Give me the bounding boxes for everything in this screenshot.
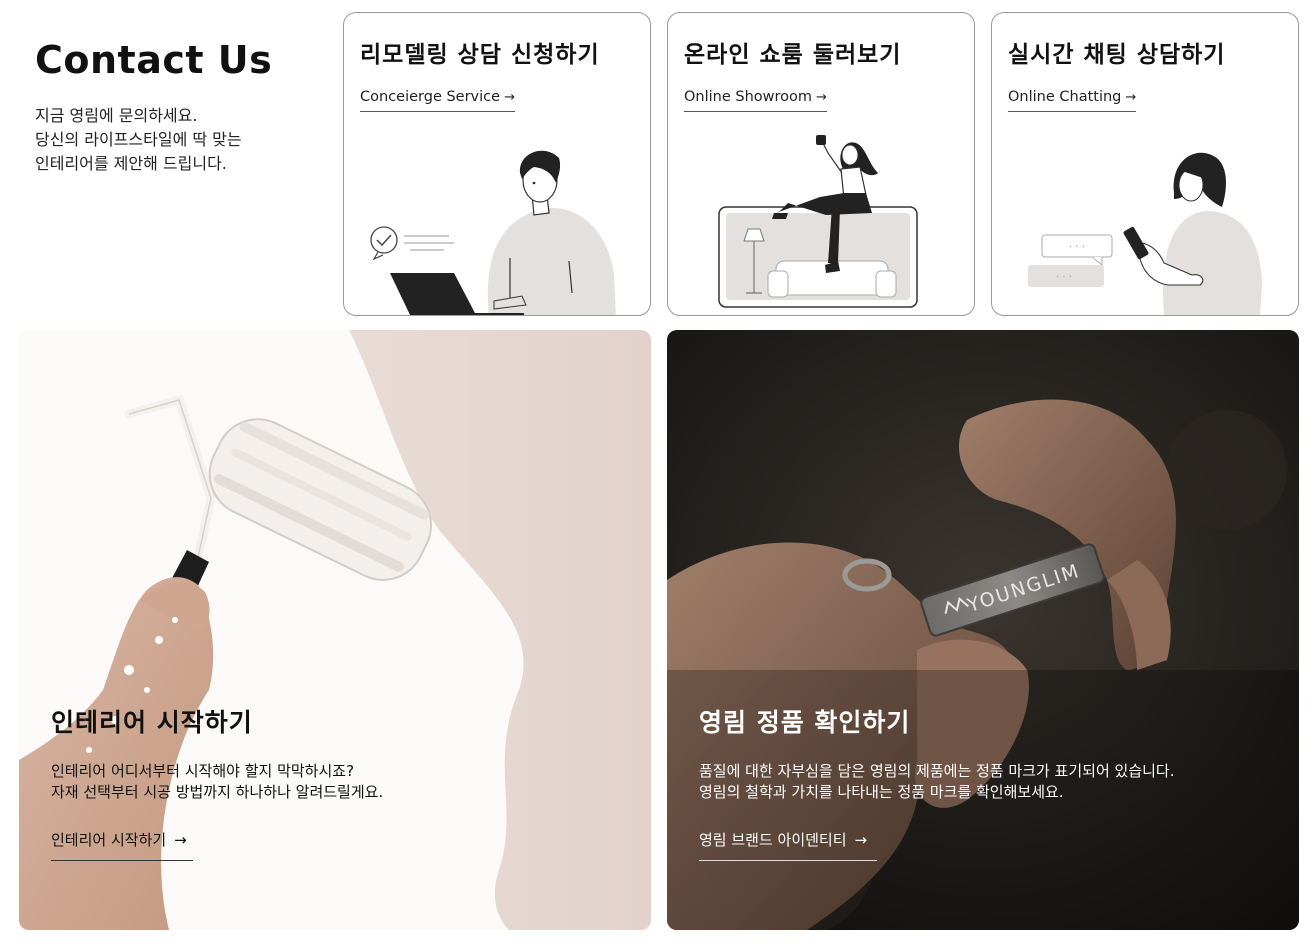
man-with-laptop-illustration xyxy=(370,150,616,315)
banner-desc-line: 영림의 철학과 가치를 나타내는 정품 마크를 확인해보세요. xyxy=(699,783,1064,801)
showroom-screen-illustration xyxy=(718,135,918,308)
online-showroom-link[interactable]: Online Showroom → xyxy=(684,89,827,112)
arrow-right-icon: → xyxy=(504,90,515,105)
card-title: 리모델링 상담 신청하기 xyxy=(360,42,600,68)
link-label: 인테리어 시작하기 xyxy=(51,831,167,849)
contact-intro: Contact Us 지금 영림에 문의하세요. 당신의 라이프스타일에 딱 맞… xyxy=(35,38,335,176)
arrow-right-icon: → xyxy=(854,831,868,849)
card-title: 실시간 채팅 상담하기 xyxy=(1008,42,1226,68)
banner-description: 품질에 대한 자부심을 담은 영림의 제품에는 정품 마크가 표기되어 있습니다… xyxy=(699,761,1174,803)
concierge-card[interactable]: 리모델링 상담 신청하기 Conceierge Service → xyxy=(343,12,651,316)
banner-title: 영림 정품 확인하기 xyxy=(699,708,911,737)
intro-description: 지금 영림에 문의하세요. 당신의 라이프스타일에 딱 맞는 인테리어를 제안해… xyxy=(35,104,335,176)
page-title: Contact Us xyxy=(35,38,273,82)
interior-start-link[interactable]: 인테리어 시작하기 → xyxy=(51,829,193,861)
interior-start-banner[interactable]: 인테리어 시작하기 인테리어 어디서부터 시작해야 할지 막막하시죠? 자재 선… xyxy=(19,330,651,930)
woman-chatting-illustration: · · · · · · xyxy=(1028,152,1262,315)
online-chatting-link[interactable]: Online Chatting → xyxy=(1008,89,1137,112)
banner-title: 인테리어 시작하기 xyxy=(51,708,253,737)
showroom-card[interactable]: 온라인 쇼룸 둘러보기 Online Showroom → xyxy=(667,12,975,316)
genuine-check-banner[interactable]: YOUNGLIM 영림 정품 확인하기 품질에 대한 자부심을 담은 영림의 제… xyxy=(667,330,1299,930)
svg-text:· · ·: · · · xyxy=(1069,242,1085,253)
intro-line: 당신의 라이프스타일에 딱 맞는 xyxy=(35,129,242,149)
banner-content: 영림 정품 확인하기 품질에 대한 자부심을 담은 영림의 제품에는 정품 마크… xyxy=(699,703,1174,861)
arrow-right-icon: → xyxy=(1125,90,1137,105)
link-label: Conceierge Service xyxy=(360,89,501,105)
intro-line: 지금 영림에 문의하세요. xyxy=(35,105,198,125)
banner-content: 인테리어 시작하기 인테리어 어디서부터 시작해야 할지 막막하시죠? 자재 선… xyxy=(51,703,383,861)
banner-desc-line: 자재 선택부터 시공 방법까지 하나하나 알려드릴게요. xyxy=(51,783,384,801)
card-title: 온라인 쇼룸 둘러보기 xyxy=(684,42,902,68)
banner-description: 인테리어 어디서부터 시작해야 할지 막막하시죠? 자재 선택부터 시공 방법까… xyxy=(51,761,383,803)
link-label: Online Chatting xyxy=(1008,89,1122,105)
link-label: 영림 브랜드 아이덴티티 xyxy=(699,831,847,849)
arrow-right-icon: → xyxy=(816,90,827,105)
banner-desc-line: 품질에 대한 자부심을 담은 영림의 제품에는 정품 마크가 표기되어 있습니다… xyxy=(699,762,1175,780)
chatting-card[interactable]: 실시간 채팅 상담하기 Online Chatting → · · · · · · xyxy=(991,12,1299,316)
arrow-right-icon: → xyxy=(174,831,187,849)
link-label: Online Showroom xyxy=(684,89,813,105)
intro-line: 인테리어를 제안해 드립니다. xyxy=(35,153,227,173)
banner-desc-line: 인테리어 어디서부터 시작해야 할지 막막하시죠? xyxy=(51,762,355,780)
brand-identity-link[interactable]: 영림 브랜드 아이덴티티 → xyxy=(699,829,878,861)
concierge-service-link[interactable]: Conceierge Service → xyxy=(360,89,515,112)
svg-text:· · ·: · · · xyxy=(1056,272,1072,283)
